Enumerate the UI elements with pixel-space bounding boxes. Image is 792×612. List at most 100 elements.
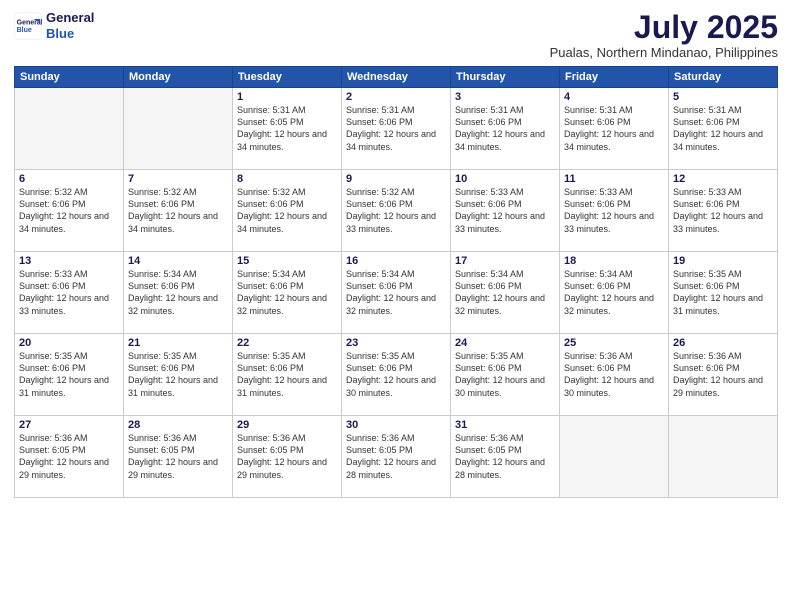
calendar-cell-w3-d4: 16Sunrise: 5:34 AMSunset: 6:06 PMDayligh…: [342, 252, 451, 334]
day-number: 11: [564, 173, 664, 185]
calendar-cell-w2-d2: 7Sunrise: 5:32 AMSunset: 6:06 PMDaylight…: [124, 170, 233, 252]
day-detail: Sunrise: 5:34 AMSunset: 6:06 PMDaylight:…: [346, 268, 446, 317]
day-detail: Sunrise: 5:31 AMSunset: 6:06 PMDaylight:…: [455, 104, 555, 153]
calendar-cell-w2-d7: 12Sunrise: 5:33 AMSunset: 6:06 PMDayligh…: [669, 170, 778, 252]
day-detail: Sunrise: 5:36 AMSunset: 6:05 PMDaylight:…: [128, 432, 228, 481]
calendar-cell-w1-d5: 3Sunrise: 5:31 AMSunset: 6:06 PMDaylight…: [451, 88, 560, 170]
day-number: 30: [346, 419, 446, 431]
day-detail: Sunrise: 5:32 AMSunset: 6:06 PMDaylight:…: [19, 186, 119, 235]
calendar-table: Sunday Monday Tuesday Wednesday Thursday…: [14, 66, 778, 498]
calendar-cell-w5-d5: 31Sunrise: 5:36 AMSunset: 6:05 PMDayligh…: [451, 416, 560, 498]
col-wednesday: Wednesday: [342, 67, 451, 88]
calendar-cell-w5-d7: [669, 416, 778, 498]
day-detail: Sunrise: 5:35 AMSunset: 6:06 PMDaylight:…: [346, 350, 446, 399]
day-detail: Sunrise: 5:32 AMSunset: 6:06 PMDaylight:…: [237, 186, 337, 235]
calendar-body: 1Sunrise: 5:31 AMSunset: 6:05 PMDaylight…: [15, 88, 778, 498]
day-number: 24: [455, 337, 555, 349]
calendar-title: July 2025: [550, 10, 778, 45]
calendar-week-4: 20 Sunrise: 5:35 AMSunset: 6:06 PMDayligh…: [15, 334, 778, 416]
day-number: 8: [237, 173, 337, 185]
day-number: 26: [673, 337, 773, 349]
day-number: 19: [673, 255, 773, 267]
calendar-cell-w3-d2: 14Sunrise: 5:34 AMSunset: 6:06 PMDayligh…: [124, 252, 233, 334]
day-number: 1: [237, 91, 337, 103]
day-number: 13: [19, 255, 119, 267]
day-detail: Sunrise: 5:36 AMSunset: 6:05 PMDaylight:…: [346, 432, 446, 481]
day-detail: Sunrise: 5:35 AMSunset: 6:06 PMDaylight:…: [128, 350, 228, 399]
day-detail: Sunrise: 5:34 AMSunset: 6:06 PMDaylight:…: [128, 268, 228, 317]
day-number: 2: [346, 91, 446, 103]
day-number: 4: [564, 91, 664, 103]
calendar-subtitle: Pualas, Northern Mindanao, Philippines: [550, 45, 778, 60]
day-number: 25: [564, 337, 664, 349]
calendar-cell-w3-d6: 18Sunrise: 5:34 AMSunset: 6:06 PMDayligh…: [560, 252, 669, 334]
svg-text:Blue: Blue: [17, 27, 32, 34]
col-sunday: Sunday: [15, 67, 124, 88]
day-number: 9: [346, 173, 446, 185]
calendar-cell-w4-d4: 23Sunrise: 5:35 AMSunset: 6:06 PMDayligh…: [342, 334, 451, 416]
calendar-cell-w1-d3: 1Sunrise: 5:31 AMSunset: 6:05 PMDaylight…: [233, 88, 342, 170]
day-number: 22: [237, 337, 337, 349]
calendar-week-2: 6Sunrise: 5:32 AMSunset: 6:06 PMDaylight…: [15, 170, 778, 252]
calendar-cell-w2-d1: 6Sunrise: 5:32 AMSunset: 6:06 PMDaylight…: [15, 170, 124, 252]
calendar-week-3: 13Sunrise: 5:33 AMSunset: 6:06 PMDayligh…: [15, 252, 778, 334]
day-detail: Sunrise: 5:35 AMSunset: 6:06 PMDaylight:…: [455, 350, 555, 399]
calendar-cell-w5-d4: 30Sunrise: 5:36 AMSunset: 6:05 PMDayligh…: [342, 416, 451, 498]
day-number: 31: [455, 419, 555, 431]
day-number: 27: [19, 419, 119, 431]
day-number: 29: [237, 419, 337, 431]
day-number: 6: [19, 173, 119, 185]
day-number: 10: [455, 173, 555, 185]
day-detail: Sunrise: 5:33 AMSunset: 6:06 PMDaylight:…: [19, 268, 119, 317]
day-number: 21: [128, 337, 228, 349]
day-detail: Sunrise: 5:36 AMSunset: 6:05 PMDaylight:…: [455, 432, 555, 481]
day-detail: Sunrise: 5:31 AMSunset: 6:05 PMDaylight:…: [237, 104, 337, 153]
calendar-cell-w5-d6: [560, 416, 669, 498]
day-number: 3: [455, 91, 555, 103]
col-friday: Friday: [560, 67, 669, 88]
day-detail: Sunrise: 5:35 AMSunset: 6:06 PMDaylight:…: [673, 268, 773, 317]
day-detail: Sunrise: 5:35 AMSunset: 6:06 PMDaylight:…: [237, 350, 337, 399]
calendar-header-row: Sunday Monday Tuesday Wednesday Thursday…: [15, 67, 778, 88]
day-detail: Sunrise: 5:34 AMSunset: 6:06 PMDaylight:…: [564, 268, 664, 317]
calendar-cell-w3-d3: 15Sunrise: 5:34 AMSunset: 6:06 PMDayligh…: [233, 252, 342, 334]
calendar-cell-w3-d7: 19Sunrise: 5:35 AMSunset: 6:06 PMDayligh…: [669, 252, 778, 334]
calendar-cell-w5-d2: 28Sunrise: 5:36 AMSunset: 6:05 PMDayligh…: [124, 416, 233, 498]
calendar-cell-w3-d5: 17Sunrise: 5:34 AMSunset: 6:06 PMDayligh…: [451, 252, 560, 334]
calendar-cell-w1-d4: 2Sunrise: 5:31 AMSunset: 6:06 PMDaylight…: [342, 88, 451, 170]
day-number: 12: [673, 173, 773, 185]
calendar-cell-w4-d1: 20Sunrise: 5:35 AMSunset: 6:06 PMDayligh…: [15, 334, 124, 416]
day-number: 20: [19, 337, 119, 349]
calendar-cell-w2-d6: 11Sunrise: 5:33 AMSunset: 6:06 PMDayligh…: [560, 170, 669, 252]
col-tuesday: Tuesday: [233, 67, 342, 88]
day-detail: Sunrise: 5:32 AMSunset: 6:06 PMDaylight:…: [346, 186, 446, 235]
calendar-cell-w5-d1: 27Sunrise: 5:36 AMSunset: 6:05 PMDayligh…: [15, 416, 124, 498]
day-number: 15: [237, 255, 337, 267]
day-detail: Sunrise: 5:34 AMSunset: 6:06 PMDaylight:…: [237, 268, 337, 317]
calendar-cell-w1-d2: [124, 88, 233, 170]
day-number: 18: [564, 255, 664, 267]
day-number: 23: [346, 337, 446, 349]
logo-icon: General Blue: [14, 12, 42, 40]
col-thursday: Thursday: [451, 67, 560, 88]
calendar-cell-w2-d5: 10Sunrise: 5:33 AMSunset: 6:06 PMDayligh…: [451, 170, 560, 252]
calendar-week-5: 27 Sunrise: 5:36 AMSunset: 6:05 PMDayligh…: [15, 416, 778, 498]
calendar-week-1: 1Sunrise: 5:31 AMSunset: 6:05 PMDaylight…: [15, 88, 778, 170]
day-detail: Sunrise: 5:32 AMSunset: 6:06 PMDaylight:…: [128, 186, 228, 235]
day-detail: Sunrise: 5:31 AMSunset: 6:06 PMDaylight:…: [346, 104, 446, 153]
calendar-cell-w2-d4: 9Sunrise: 5:32 AMSunset: 6:06 PMDaylight…: [342, 170, 451, 252]
col-saturday: Saturday: [669, 67, 778, 88]
calendar-cell-w4-d5: 24Sunrise: 5:35 AMSunset: 6:06 PMDayligh…: [451, 334, 560, 416]
day-number: 17: [455, 255, 555, 267]
day-detail: Sunrise: 5:36 AMSunset: 6:05 PMDaylight:…: [237, 432, 337, 481]
calendar-cell-w1-d6: 4Sunrise: 5:31 AMSunset: 6:06 PMDaylight…: [560, 88, 669, 170]
title-block: July 2025 Pualas, Northern Mindanao, Phi…: [550, 10, 778, 60]
day-detail: Sunrise: 5:33 AMSunset: 6:06 PMDaylight:…: [673, 186, 773, 235]
calendar-cell-w4-d7: 26Sunrise: 5:36 AMSunset: 6:06 PMDayligh…: [669, 334, 778, 416]
col-monday: Monday: [124, 67, 233, 88]
calendar-cell-w3-d1: 13Sunrise: 5:33 AMSunset: 6:06 PMDayligh…: [15, 252, 124, 334]
day-number: 14: [128, 255, 228, 267]
day-detail: Sunrise: 5:36 AMSunset: 6:06 PMDaylight:…: [564, 350, 664, 399]
day-number: 5: [673, 91, 773, 103]
day-number: 28: [128, 419, 228, 431]
